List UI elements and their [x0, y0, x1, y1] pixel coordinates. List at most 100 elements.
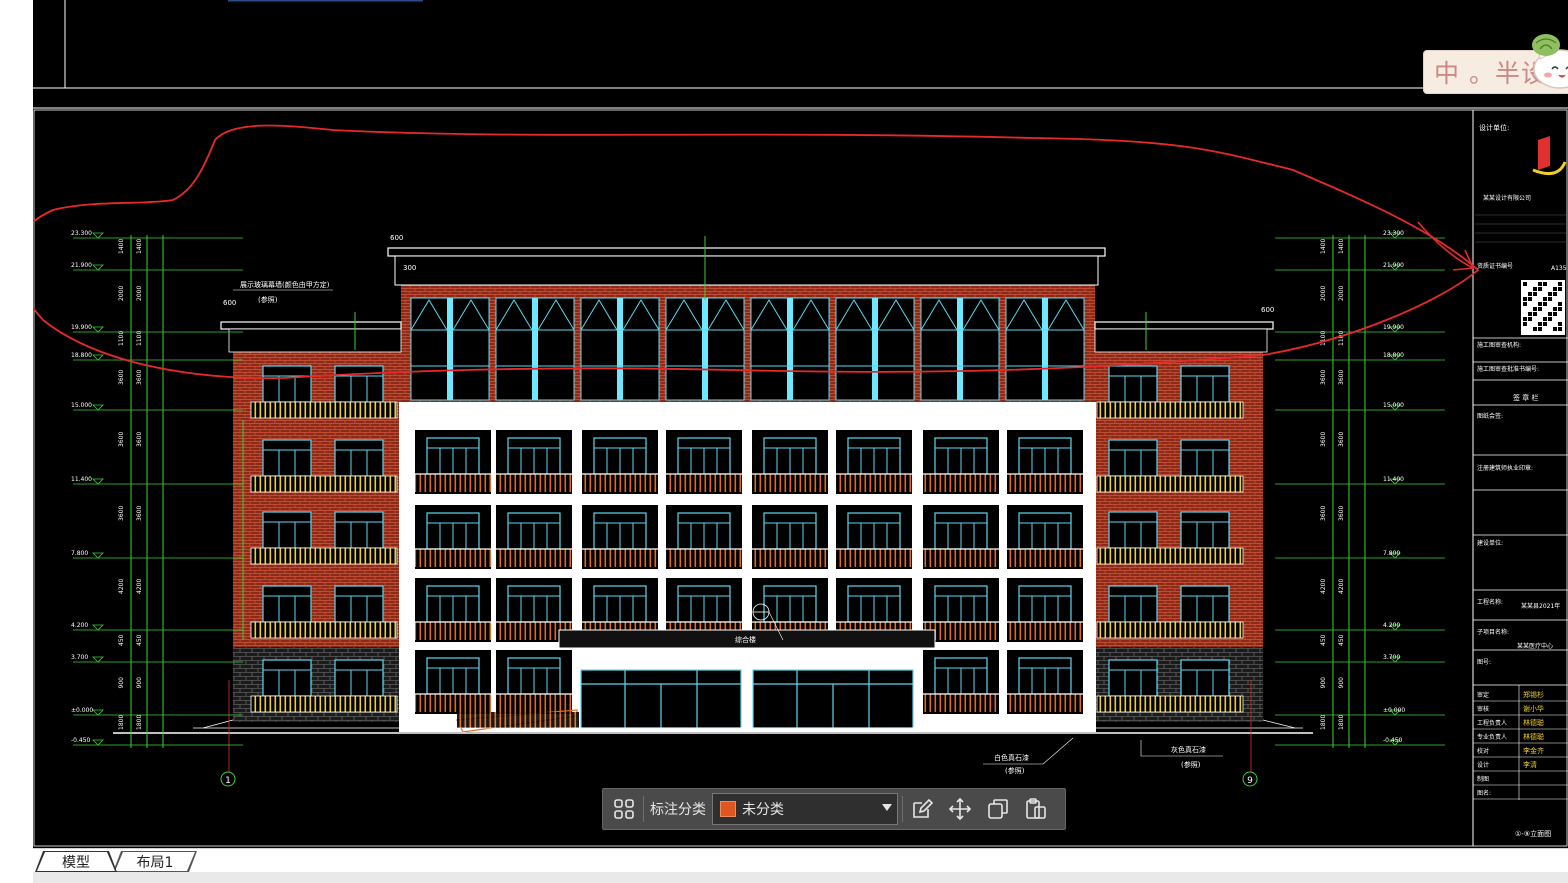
- dimension-label: 450: [136, 634, 143, 646]
- design-unit-label: 设计单位:: [1479, 123, 1509, 132]
- drawing-canvas[interactable]: 1 9 23.300 1400 1400 21.900 2000 2000 19.900 11…: [33, 0, 1568, 850]
- level-label: 7.800: [71, 550, 88, 557]
- role-label: 校对: [1477, 747, 1489, 755]
- layout-tab-bar: 模型 布局1: [33, 848, 1568, 873]
- role-label: 图名:: [1477, 789, 1491, 797]
- note-glass-wall-ref: (参照): [258, 295, 278, 304]
- role-label: 审核: [1477, 705, 1489, 713]
- construction-no: 施工图审查批准书编号:: [1477, 365, 1539, 373]
- dimension-label: 1800: [118, 715, 125, 730]
- level-label: -0.450: [1383, 737, 1403, 744]
- dimension-label: 2000: [118, 286, 125, 301]
- tab-model[interactable]: 模型: [35, 851, 117, 872]
- chevron-down-icon: [882, 804, 892, 811]
- dimension-label: 1100: [118, 331, 125, 346]
- title-block: 设计单位: 某某设计有限公司资质证书编号 A135 施工图审查机构: 施工图审查批准书编…: [1472, 110, 1568, 846]
- building-elevation: [113, 247, 1313, 734]
- level-label: 21.900: [71, 262, 92, 269]
- tab-layout1[interactable]: 布局1: [113, 851, 197, 872]
- dimension-label: 4200: [1338, 579, 1345, 594]
- dimension-label: 1400: [136, 239, 143, 254]
- level-label: 18.800: [1383, 352, 1404, 359]
- role-label: 专业负责人: [1477, 733, 1507, 741]
- level-label: ±0.000: [1383, 707, 1405, 714]
- level-label: 11.400: [1383, 476, 1404, 483]
- side-dim-right: 600: [1261, 306, 1274, 314]
- dimension-label: 450: [118, 634, 125, 646]
- copy-icon[interactable]: [983, 794, 1013, 824]
- role-name: 林德聪: [1523, 732, 1544, 741]
- annotation-toolbar: 标注分类 未分类: [602, 788, 1066, 830]
- dimension-label: 1800: [1338, 715, 1345, 730]
- level-label: 19.900: [71, 324, 92, 331]
- plan-label: 图纸会签:: [1477, 412, 1503, 420]
- level-label: 15.000: [71, 402, 92, 409]
- toolbar-separator: [902, 796, 903, 822]
- dimension-label: 3600: [1320, 370, 1327, 385]
- role-name: 李清: [1523, 760, 1537, 769]
- dimension-label: 450: [1338, 634, 1345, 646]
- level-label: 23.300: [1383, 230, 1404, 237]
- level-label: 19.900: [1383, 324, 1404, 331]
- elevation-drawing[interactable]: 1 9 23.300 1400 1400 21.900 2000 2000 19.900 11…: [33, 0, 1568, 850]
- note-grey-paint: 灰色真石漆: [1171, 745, 1206, 754]
- cert-value: A135: [1551, 265, 1567, 272]
- dimension-label: 3600: [1338, 370, 1345, 385]
- level-label: 3.700: [1383, 654, 1400, 661]
- dimension-label: 3600: [118, 432, 125, 447]
- level-label: 3.700: [71, 654, 88, 661]
- level-label: 4.200: [1383, 622, 1400, 629]
- drawing-no-label: 图号:: [1477, 659, 1491, 666]
- note-glass-wall: 展示玻璃幕墙(颜色由甲方定): [240, 280, 330, 289]
- edit-icon[interactable]: [907, 794, 937, 824]
- top-dim-b: 300: [403, 264, 416, 272]
- level-label: 18.800: [71, 352, 92, 359]
- seal-label: 签 章 栏: [1513, 393, 1538, 402]
- dimension-label: 3600: [1320, 432, 1327, 447]
- dimension-label: 3600: [136, 370, 143, 385]
- level-label: 11.400: [71, 476, 92, 483]
- paste-icon[interactable]: [1021, 794, 1051, 824]
- project-label: 工程名称:: [1477, 598, 1503, 606]
- cert-label: 资质证书编号: [1477, 262, 1513, 270]
- level-label: 21.900: [1383, 262, 1404, 269]
- watermark-badge: 中 。半设: [1423, 34, 1568, 94]
- status-bar: [33, 872, 1568, 883]
- cat-mascot-icon: [1532, 34, 1568, 89]
- category-value: 未分类: [742, 802, 784, 818]
- note-grey-paint-ref: (参照): [1181, 760, 1201, 769]
- role-name: 谢小华: [1523, 704, 1544, 713]
- sheet-title: ①-⑨立面图: [1515, 829, 1551, 838]
- owner-label: 建设单位:: [1477, 539, 1503, 547]
- level-label: 4.200: [71, 622, 88, 629]
- category-select[interactable]: 未分类: [712, 793, 898, 825]
- dimension-label: 4200: [136, 579, 143, 594]
- dimension-label: 3600: [136, 506, 143, 521]
- role-name: 林德聪: [1523, 718, 1544, 727]
- dimension-label: 3600: [136, 432, 143, 447]
- role-label: 设计: [1477, 761, 1489, 769]
- dimension-label: 1800: [136, 715, 143, 730]
- role-name: 李金齐: [1523, 746, 1544, 755]
- dimension-label: 900: [118, 677, 125, 689]
- dimension-label: 900: [1338, 677, 1345, 689]
- level-label: ±0.000: [71, 707, 93, 714]
- subproject-value: 某某医疗中心: [1517, 642, 1553, 650]
- grid-icon[interactable]: [609, 794, 639, 824]
- dimension-label: 3600: [1320, 506, 1327, 521]
- dimension-label: 1400: [1320, 239, 1327, 254]
- note-white-paint-ref: (参照): [1005, 766, 1025, 775]
- role-label: 制图: [1477, 775, 1489, 783]
- door-sign: 综合楼: [735, 635, 756, 644]
- dimension-label: 2000: [1320, 286, 1327, 301]
- dimension-label: 1100: [136, 331, 143, 346]
- role-label: 审定: [1477, 691, 1489, 699]
- level-label: 23.300: [71, 230, 92, 237]
- move-icon[interactable]: [945, 794, 975, 824]
- dimension-label: 1400: [1338, 239, 1345, 254]
- side-dim-left: 600: [223, 299, 236, 307]
- axis-label-left: 1: [225, 776, 231, 786]
- dimension-label: 3600: [1338, 432, 1345, 447]
- category-color-swatch: [720, 801, 736, 817]
- dimension-label: 1800: [1320, 715, 1327, 730]
